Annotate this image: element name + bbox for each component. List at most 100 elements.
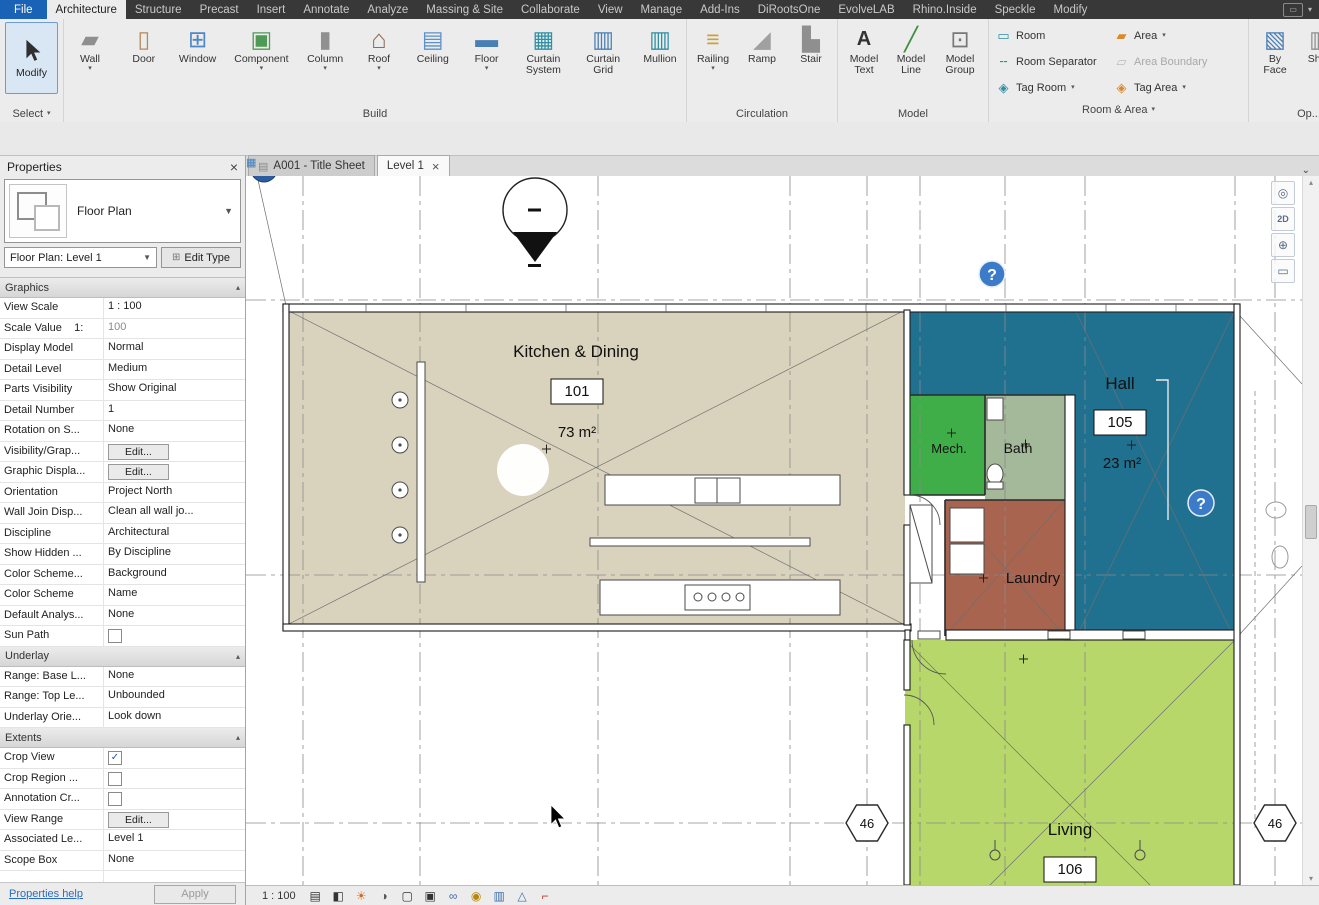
shadows-icon[interactable]: ◑ bbox=[377, 889, 392, 903]
room-tool[interactable]: ▭ Room bbox=[993, 23, 1111, 49]
property-value[interactable]: None bbox=[104, 851, 245, 871]
section-header-underlay[interactable]: Underlay ▴ bbox=[0, 646, 245, 667]
room-label-living[interactable]: Living bbox=[1048, 820, 1092, 839]
room-area-group-label[interactable]: Room & Area ▾ bbox=[989, 101, 1248, 118]
ribbon-tab-modify[interactable]: Modify bbox=[1045, 0, 1097, 19]
property-value[interactable]: Background bbox=[104, 565, 245, 585]
sun-path-icon[interactable]: ☀ bbox=[354, 889, 369, 903]
property-value[interactable]: 100 bbox=[104, 319, 245, 339]
tag-room-tool[interactable]: ◈ Tag Room ▾ bbox=[993, 75, 1111, 101]
zoom-icon[interactable]: ⊕ bbox=[1271, 233, 1295, 257]
chevron-down-icon[interactable]: ▼ bbox=[224, 206, 240, 216]
property-value[interactable]: Normal bbox=[104, 339, 245, 359]
modify-button[interactable]: Modify bbox=[5, 22, 58, 94]
vertical-scrollbar[interactable]: ▴ ▾ bbox=[1302, 176, 1319, 885]
roof-tool[interactable]: ⌂ Roof ▾ bbox=[358, 22, 400, 75]
column-tool[interactable]: ▮ Column ▾ bbox=[304, 22, 346, 75]
tag-area-tool[interactable]: ◈ Tag Area ▾ bbox=[1111, 75, 1237, 101]
select-group-label[interactable]: Select ▾ bbox=[0, 105, 63, 122]
view-tab-title-sheet[interactable]: ▤ A001 - Title Sheet bbox=[248, 155, 375, 176]
apply-button[interactable]: Apply bbox=[154, 884, 236, 904]
scrollbar-thumb[interactable] bbox=[1305, 505, 1317, 539]
property-value[interactable]: Clean all wall jo... bbox=[104, 503, 245, 523]
elevation-marker[interactable] bbox=[251, 176, 277, 183]
help-marker[interactable]: ? bbox=[978, 260, 1006, 288]
ribbon-tab-add-ins[interactable]: Add-Ins bbox=[691, 0, 749, 19]
property-value[interactable]: Look down bbox=[104, 708, 245, 728]
help-marker[interactable]: ? bbox=[1187, 489, 1215, 517]
property-value[interactable]: 1 bbox=[104, 401, 245, 421]
reveal-constraints-icon[interactable]: ⌐ bbox=[538, 889, 553, 903]
property-value[interactable]: Medium bbox=[104, 360, 245, 380]
ribbon-tab-collaborate[interactable]: Collaborate bbox=[512, 0, 589, 19]
window-tool[interactable]: ⊞ Window bbox=[177, 22, 219, 67]
visual-style-icon[interactable]: ◧ bbox=[331, 889, 346, 903]
properties-help-link[interactable]: Properties help bbox=[9, 888, 83, 900]
shaft-tool[interactable]: ▥Shaft bbox=[1299, 22, 1319, 67]
property-value[interactable]: None bbox=[104, 421, 245, 441]
room-label-laundry[interactable]: Laundry bbox=[1006, 570, 1061, 587]
property-value[interactable]: Show Original bbox=[104, 380, 245, 400]
curtain-system-tool[interactable]: ▦ Curtain System bbox=[519, 22, 567, 78]
checkbox[interactable]: ✓ bbox=[108, 751, 122, 765]
scale-button[interactable]: 1 : 100 bbox=[262, 890, 296, 902]
navigation-wheel-icon[interactable]: ◎ bbox=[1271, 181, 1295, 205]
ribbon-tab-manage[interactable]: Manage bbox=[632, 0, 692, 19]
model-line-tool[interactable]: ╱ Model Line bbox=[890, 22, 932, 78]
edit-button[interactable]: Edit... bbox=[108, 443, 169, 460]
ribbon-tab-architecture[interactable]: Architecture bbox=[46, 0, 126, 19]
close-icon[interactable]: × bbox=[230, 159, 238, 175]
stair-tool[interactable]: ▙ Stair bbox=[790, 22, 832, 67]
property-value[interactable]: None bbox=[104, 606, 245, 626]
area-boundary-tool[interactable]: ▱ Area Boundary bbox=[1111, 49, 1237, 75]
component-tool[interactable]: ▣ Component ▾ bbox=[230, 22, 292, 75]
checkbox[interactable] bbox=[108, 629, 122, 643]
floor-plan-canvas[interactable]: 46 46 ? ? Kitchen & Dining 101 73 m² Hal… bbox=[246, 176, 1302, 885]
ribbon-tab-dirootsone[interactable]: DiRootsOne bbox=[749, 0, 830, 19]
property-value[interactable]: Architectural bbox=[104, 524, 245, 544]
model-group-tool[interactable]: ⊡ Model Group bbox=[937, 22, 983, 78]
drawing-area[interactable]: 46 46 ? ? Kitchen & Dining 101 73 m² Hal… bbox=[246, 176, 1319, 885]
curtain-grid-tool[interactable]: ▥ Curtain Grid bbox=[579, 22, 627, 78]
detail-level-icon[interactable]: ▤ bbox=[308, 889, 323, 903]
ribbon-tab-precast[interactable]: Precast bbox=[191, 0, 248, 19]
close-tab-icon[interactable]: × bbox=[432, 159, 440, 174]
view-tab-menu-icon[interactable]: ⌄ bbox=[1293, 165, 1319, 176]
temporary-hide-isolate-icon[interactable]: ∞ bbox=[446, 889, 461, 903]
ribbon-tab-analyze[interactable]: Analyze bbox=[358, 0, 417, 19]
ribbon-tab-annotate[interactable]: Annotate bbox=[294, 0, 358, 19]
pan-icon[interactable]: ▭ bbox=[1271, 259, 1295, 283]
property-value[interactable]: Project North bbox=[104, 483, 245, 503]
door-tool[interactable]: ▯ Door bbox=[123, 22, 165, 67]
opening-by-face-tool[interactable]: ▧ By Face bbox=[1254, 22, 1296, 78]
ribbon-options-icon[interactable]: ▭ bbox=[1283, 2, 1303, 17]
property-value[interactable]: Unbounded bbox=[104, 687, 245, 707]
view-tab-level-1[interactable]: ▦ Level 1 × bbox=[246, 155, 450, 176]
model-text-tool[interactable]: A Model Text bbox=[843, 22, 885, 78]
chevron-down-icon[interactable]: ▾ bbox=[1308, 5, 1312, 14]
ribbon-tab-speckle[interactable]: Speckle bbox=[986, 0, 1045, 19]
file-tab[interactable]: File bbox=[0, 0, 47, 19]
section-marker[interactable] bbox=[502, 177, 568, 267]
reveal-hidden-elements-icon[interactable]: ◉ bbox=[469, 889, 484, 903]
room-label-hall[interactable]: Hall bbox=[1105, 374, 1134, 393]
room-separator-tool[interactable]: ╌ Room Separator bbox=[993, 49, 1111, 75]
crop-view-icon[interactable]: ▢ bbox=[400, 889, 415, 903]
ribbon-tab-view[interactable]: View bbox=[589, 0, 632, 19]
ribbon-tab-structure[interactable]: Structure bbox=[126, 0, 191, 19]
edit-button[interactable]: Edit... bbox=[108, 811, 169, 828]
room-living[interactable] bbox=[905, 640, 1235, 885]
edit-type-button[interactable]: ⊞ Edit Type bbox=[161, 247, 241, 268]
ceiling-tool[interactable]: ▤ Ceiling bbox=[412, 22, 454, 67]
section-header-graphics[interactable]: Graphics ▴ bbox=[0, 278, 245, 298]
hide-analytical-model-icon[interactable]: △ bbox=[515, 889, 530, 903]
railing-tool[interactable]: ≡ Railing ▾ bbox=[692, 22, 734, 75]
collapse-icon[interactable]: ▴ bbox=[236, 283, 240, 292]
mullion-tool[interactable]: ▥ Mullion bbox=[639, 22, 681, 67]
property-value[interactable]: None bbox=[104, 667, 245, 687]
property-value[interactable]: 1 : 100 bbox=[104, 298, 245, 318]
checkbox[interactable] bbox=[108, 771, 122, 786]
steering-wheel-2d-icon[interactable]: 2D bbox=[1271, 207, 1295, 231]
ribbon-tab-insert[interactable]: Insert bbox=[248, 0, 295, 19]
area-tool[interactable]: ▰ Area ▾ bbox=[1111, 23, 1237, 49]
